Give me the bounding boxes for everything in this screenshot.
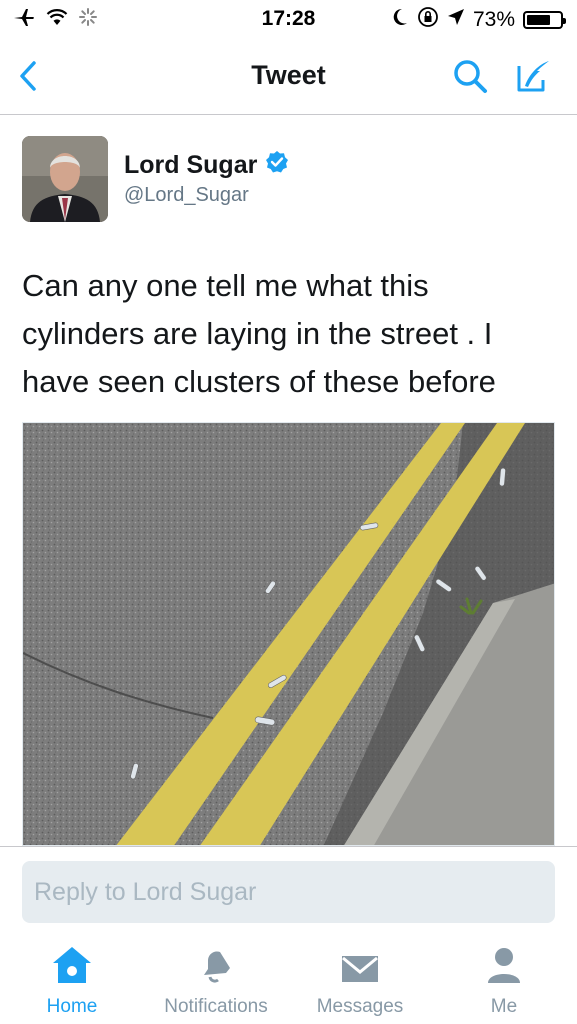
compose-button[interactable] (510, 54, 558, 102)
search-button[interactable] (446, 54, 494, 102)
tab-home-label: Home (46, 996, 98, 1017)
person-icon (484, 945, 524, 990)
search-icon (452, 58, 488, 99)
tab-home[interactable]: Home (0, 947, 144, 1018)
reply-bar (0, 846, 577, 938)
home-icon (51, 945, 93, 990)
tab-me[interactable]: Me (432, 948, 576, 1018)
tweet-text: Can any one tell me what this cylinders … (22, 268, 496, 399)
rotation-lock-icon (417, 6, 439, 34)
author-name-text: Lord Sugar (124, 151, 258, 179)
author-name[interactable]: Lord Sugar (124, 150, 289, 181)
avatar[interactable] (22, 136, 108, 222)
moon-icon (391, 7, 409, 33)
tab-bar: Home Notifications Messages Me (0, 938, 577, 1024)
battery-icon (523, 11, 566, 29)
tab-me-label: Me (490, 996, 518, 1017)
tweet-photo[interactable] (22, 422, 555, 846)
location-arrow-icon (447, 8, 465, 32)
author-handle[interactable]: @Lord_Sugar (124, 184, 249, 207)
envelope-icon (340, 953, 380, 990)
tab-messages-label: Messages (316, 996, 404, 1017)
status-bar: 17:28 73% (0, 0, 577, 40)
tab-notifications[interactable]: Notifications (144, 950, 288, 1018)
tab-notifications-label: Notifications (164, 996, 268, 1017)
bell-icon (196, 945, 236, 990)
reply-input[interactable] (22, 861, 555, 923)
battery-percentage: 73% (472, 8, 515, 31)
compose-icon (515, 58, 553, 99)
nav-bar: Tweet (0, 40, 577, 115)
verified-badge-icon (265, 150, 289, 181)
tab-messages[interactable]: Messages (288, 950, 432, 1018)
